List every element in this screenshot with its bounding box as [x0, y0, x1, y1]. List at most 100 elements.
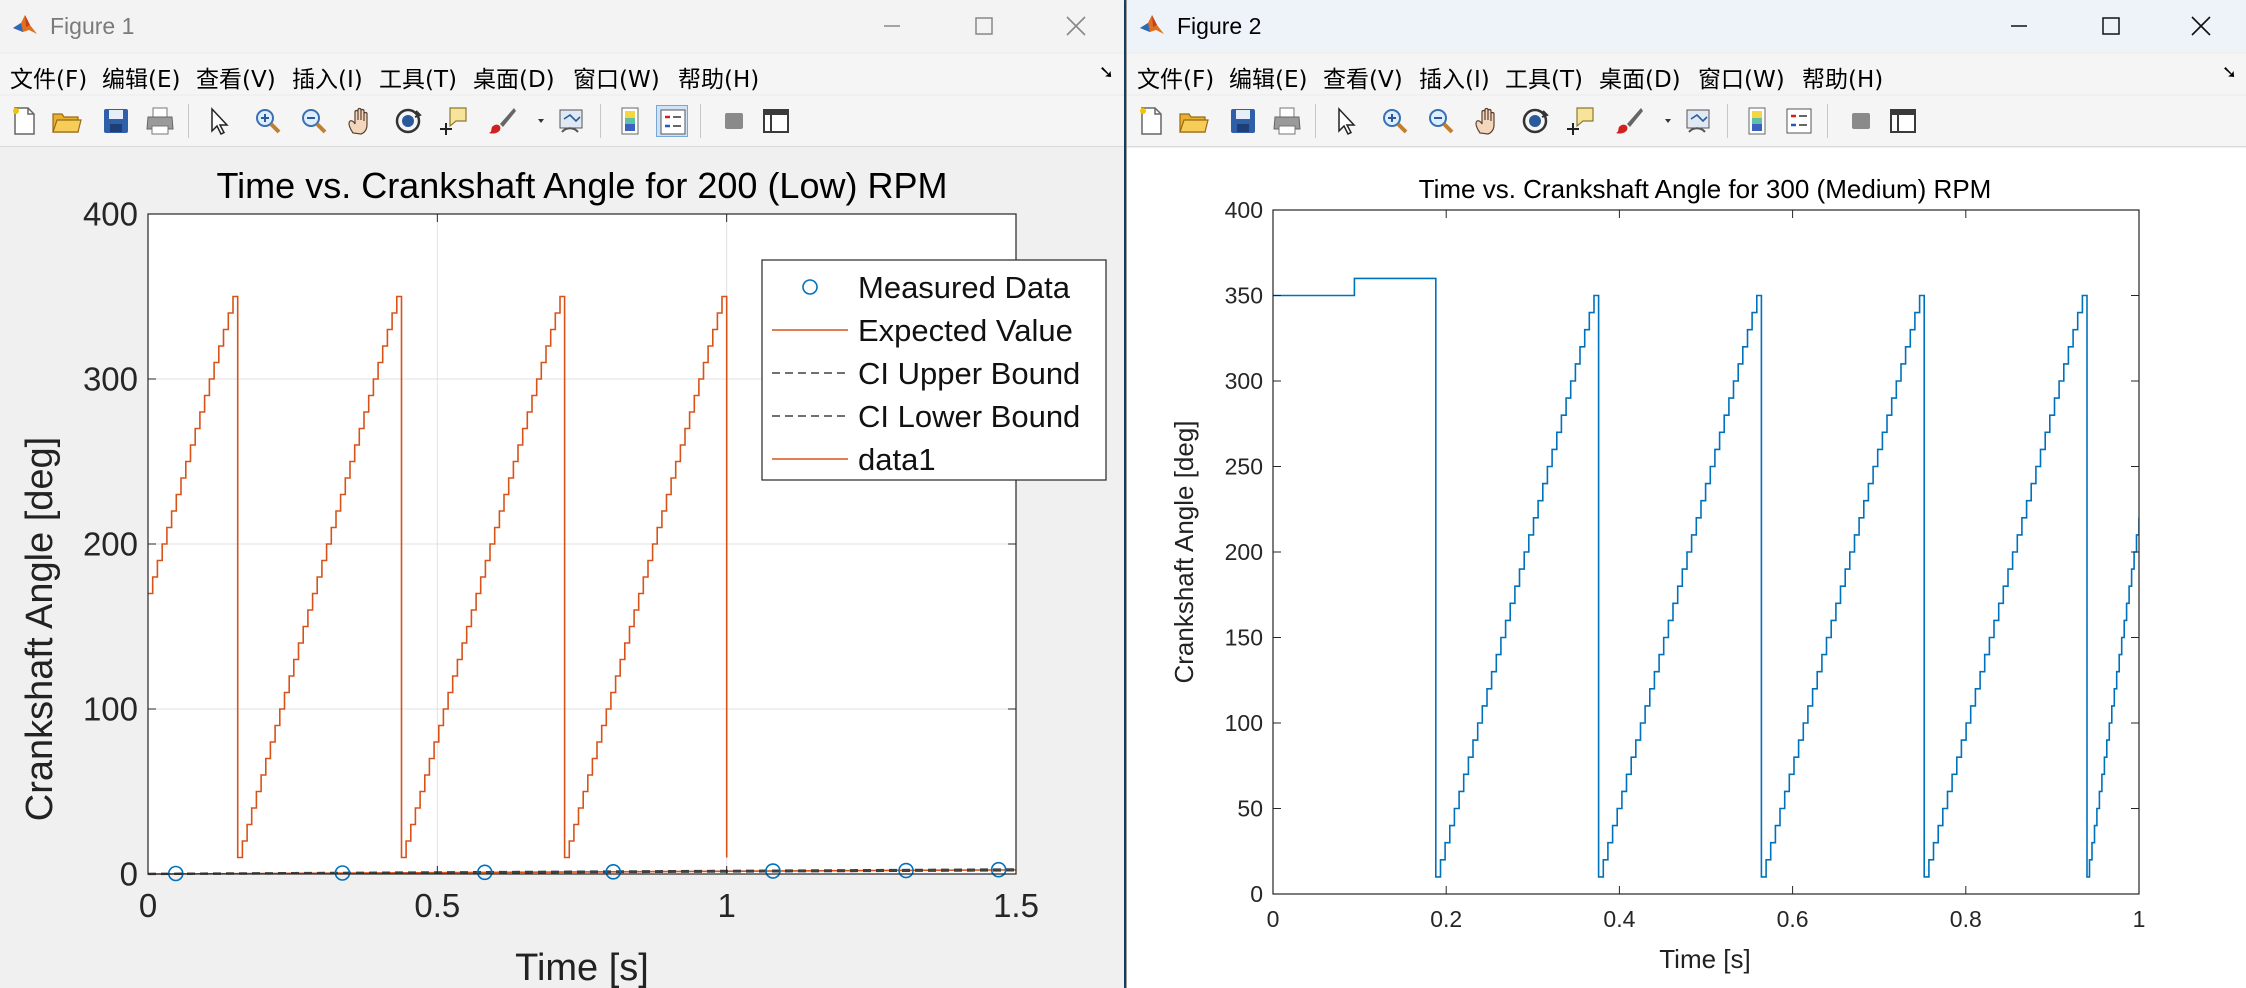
x-tick-label: 0.4: [1603, 906, 1635, 932]
show-plot-tools-button[interactable]: [1887, 105, 1919, 137]
close-icon: [2191, 16, 2211, 36]
menu-bar: 文件(F) 编辑(E) 查看(V) 插入(I) 工具(T) 桌面(D) 窗口(W…: [0, 54, 1124, 94]
x-tick-label: 1: [717, 887, 735, 924]
y-axis-label: Crankshaft Angle [deg]: [1169, 420, 1199, 683]
menu-window[interactable]: 窗口(W): [1698, 60, 1785, 94]
show-plot-tools-button[interactable]: [760, 105, 792, 137]
link-plot-button[interactable]: [1683, 105, 1715, 137]
y-tick-label: 200: [1225, 539, 1263, 565]
save-button[interactable]: [1227, 105, 1259, 137]
toolbar-separator: [1315, 104, 1316, 138]
save-icon: [104, 109, 128, 133]
brush-button[interactable]: [1613, 105, 1645, 137]
zoom-in-icon: [256, 109, 281, 134]
menu-tools[interactable]: 工具(T): [1505, 60, 1583, 94]
title-bar[interactable]: Figure 1: [0, 0, 1124, 52]
print-button[interactable]: [144, 105, 176, 137]
zoom-in-button[interactable]: [1379, 105, 1411, 137]
save-button[interactable]: [100, 105, 132, 137]
menu-file[interactable]: 文件(F): [1137, 60, 1214, 94]
y-tick-label: 300: [1225, 368, 1263, 394]
figure-1-window: Figure 1 文件(F) 编辑(E) 查看(V) 插入(I) 工具(T) 桌…: [0, 0, 1124, 988]
print-icon: [1273, 107, 1301, 135]
hide-plot-tools-button[interactable]: [718, 105, 750, 137]
toolbar-separator: [1727, 104, 1728, 138]
pointer-button[interactable]: [202, 105, 234, 137]
link-plot-icon: [559, 109, 583, 133]
pointer-button[interactable]: [1329, 105, 1361, 137]
minimize-button[interactable]: [1973, 0, 2065, 52]
menu-edit[interactable]: 编辑(E): [1229, 60, 1307, 94]
menu-view[interactable]: 查看(V): [196, 60, 276, 94]
open-file-button[interactable]: [1177, 105, 1209, 137]
link-plot-button[interactable]: [556, 105, 588, 137]
new-figure-icon: [13, 107, 35, 135]
maximize-icon: [2102, 17, 2120, 35]
menu-window[interactable]: 窗口(W): [573, 60, 660, 94]
rotate-3d-icon: [1522, 108, 1549, 134]
dock-arrow-icon[interactable]: ➘: [1099, 62, 1114, 83]
new-figure-button[interactable]: [8, 105, 40, 137]
data-cursor-icon: [440, 107, 467, 135]
colorbar-button[interactable]: [614, 105, 646, 137]
menu-insert[interactable]: 插入(I): [292, 60, 363, 94]
menu-desktop[interactable]: 桌面(D): [1599, 60, 1681, 94]
minimize-icon: [2011, 25, 2027, 27]
zoom-out-button[interactable]: [298, 105, 330, 137]
figure-2-window: Figure 2 文件(F) 编辑(E) 查看(V) 插入(I) 工具(T) 桌…: [1126, 0, 2246, 988]
menu-help[interactable]: 帮助(H): [678, 60, 759, 94]
plot-area: 0 0.2 0.4 0.6 0.8 1 0 50 100 150 200 250 300 350 400: [1225, 197, 2146, 932]
data-cursor-button[interactable]: [438, 105, 470, 137]
maximize-icon: [975, 17, 993, 35]
show-plot-tools-icon: [763, 109, 789, 133]
y-tick-label: 0: [1250, 881, 1263, 907]
axes-background: [1273, 210, 2139, 894]
menu-help[interactable]: 帮助(H): [1802, 60, 1883, 94]
rotate-3d-button[interactable]: [392, 105, 424, 137]
print-button[interactable]: [1271, 105, 1303, 137]
hide-plot-tools-icon: [1852, 113, 1870, 129]
pan-button[interactable]: [344, 105, 376, 137]
legend-label: data1: [858, 442, 936, 477]
pan-button[interactable]: [1471, 105, 1503, 137]
y-tick-label: 50: [1237, 796, 1263, 822]
zoom-in-button[interactable]: [252, 105, 284, 137]
menu-edit[interactable]: 编辑(E): [102, 60, 180, 94]
chart-low-rpm: Time vs. Crankshaft Angle for 200 (Low) …: [19, 165, 1107, 988]
legend[interactable]: Measured Data Expected Value CI Upper Boun…: [761, 259, 1107, 481]
open-file-button[interactable]: [50, 105, 82, 137]
x-tick-label: 1.5: [993, 887, 1039, 924]
x-axis-label: Time [s]: [515, 947, 649, 988]
menu-file[interactable]: 文件(F): [10, 60, 87, 94]
rotate-3d-button[interactable]: [1519, 105, 1551, 137]
brush-button[interactable]: [486, 105, 518, 137]
close-icon: [1066, 16, 1086, 36]
menu-view[interactable]: 查看(V): [1323, 60, 1403, 94]
zoom-out-button[interactable]: [1425, 105, 1457, 137]
dock-arrow-icon[interactable]: ➘: [2222, 62, 2237, 83]
hide-plot-tools-button[interactable]: [1845, 105, 1877, 137]
minimize-button[interactable]: [846, 0, 938, 52]
maximize-button[interactable]: [2065, 0, 2157, 52]
figure-canvas: Time vs. Crankshaft Angle for 200 (Low) …: [0, 148, 1124, 988]
new-figure-button[interactable]: [1135, 105, 1167, 137]
y-tick-label: 250: [1225, 454, 1263, 480]
title-bar[interactable]: Figure 2: [1127, 0, 2246, 52]
x-tick-label: 0: [1267, 906, 1280, 932]
menu-desktop[interactable]: 桌面(D): [473, 60, 555, 94]
x-axis-label: Time [s]: [1659, 944, 1750, 974]
colorbar-button[interactable]: [1741, 105, 1773, 137]
chart-medium-rpm: Time vs. Crankshaft Angle for 300 (Mediu…: [1169, 174, 2146, 974]
close-button[interactable]: [1030, 0, 1122, 52]
legend-button[interactable]: [1783, 105, 1815, 137]
maximize-button[interactable]: [938, 0, 1030, 52]
rotate-3d-icon: [395, 108, 422, 134]
data-cursor-button[interactable]: [1565, 105, 1597, 137]
menu-insert[interactable]: 插入(I): [1419, 60, 1490, 94]
close-button[interactable]: [2155, 0, 2246, 52]
x-tick-label: 0.2: [1430, 906, 1462, 932]
menu-tools[interactable]: 工具(T): [379, 60, 457, 94]
save-icon: [1231, 109, 1255, 133]
legend-button[interactable]: [656, 105, 688, 137]
chart-title: Time vs. Crankshaft Angle for 200 (Low) …: [217, 165, 948, 206]
